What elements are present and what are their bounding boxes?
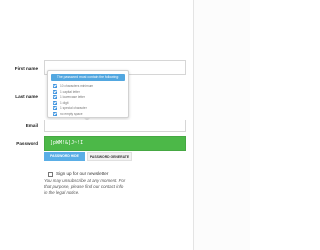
newsletter-label: Sign up for our newsletter	[56, 171, 109, 176]
rule-checkbox-checked-icon	[53, 89, 58, 94]
rule-checkbox-checked-icon	[53, 84, 58, 89]
newsletter-note-line-2: that purpose, please find our contact in…	[44, 184, 124, 189]
rule-checkbox-checked-icon	[53, 106, 58, 111]
rule-label: 1 digit	[60, 100, 69, 105]
password-generate-button[interactable]: PASSWORD GENERATE	[87, 152, 132, 161]
password-label: Password	[16, 141, 38, 146]
password-rules-tooltip: The password must contain the following:…	[47, 70, 129, 118]
rule-item: 1 digit	[53, 100, 127, 106]
email-label: Email	[25, 123, 38, 128]
rule-item: no empty space	[53, 111, 127, 117]
rule-item: 1 lowercase letter	[53, 95, 127, 100]
rule-label: 1 special character	[60, 106, 87, 110]
password-value: ]pWM!&]J~!I	[50, 140, 84, 146]
password-input[interactable]: ]pWM!&]J~!I	[44, 136, 186, 151]
newsletter-note-line-1: You may unsubscribe at any moment. For	[44, 178, 126, 183]
newsletter-note-line-3: in the legal notice.	[44, 190, 80, 195]
side-panel	[194, 0, 250, 250]
rule-item: 1 special character	[53, 106, 127, 111]
password-hide-button[interactable]: PASSWORD HIDE	[44, 152, 85, 161]
rule-item: 10 characters minimum	[53, 84, 127, 89]
rule-label: no empty space	[60, 111, 83, 116]
rule-checkbox-checked-icon	[53, 95, 58, 100]
first-name-label: First name	[14, 66, 38, 71]
rule-label: 1 lowercase letter	[60, 95, 85, 99]
rule-item: 1 capital letter	[53, 89, 127, 95]
password-rules-header: The password must contain the following:	[51, 74, 125, 81]
rule-label: 1 capital letter	[60, 89, 80, 94]
rule-label: 10 characters minimum	[60, 84, 94, 88]
email-field[interactable]	[44, 120, 186, 132]
rule-checkbox-checked-icon	[53, 111, 58, 116]
last-name-label: Last name	[15, 94, 38, 99]
rule-checkbox-checked-icon	[53, 100, 58, 105]
newsletter-checkbox[interactable]	[48, 172, 53, 177]
